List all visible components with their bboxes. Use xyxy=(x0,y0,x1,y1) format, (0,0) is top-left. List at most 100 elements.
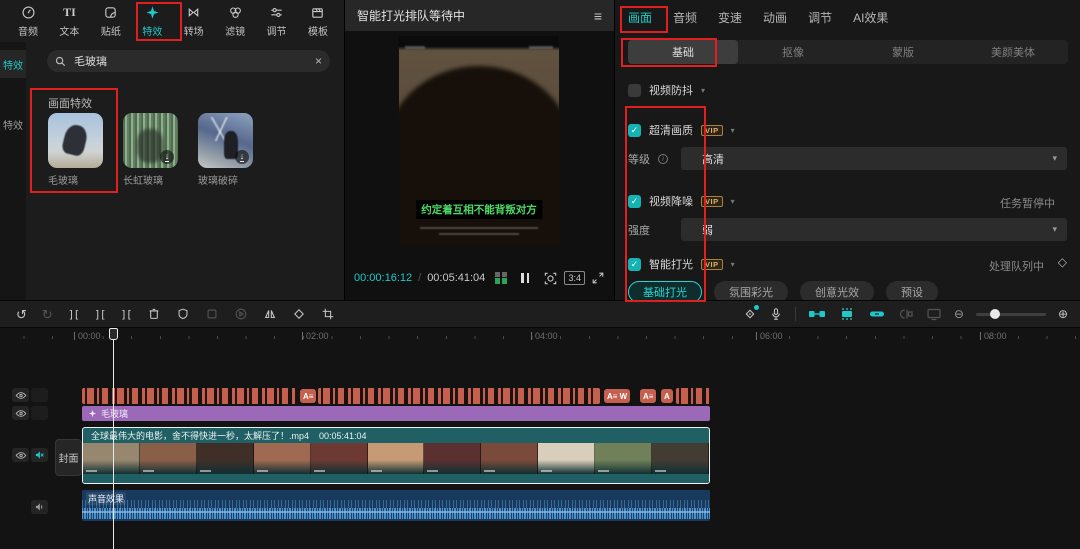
denoise-status: 任务暂停中 xyxy=(1000,195,1055,211)
toolbar-item-text[interactable]: TI 文本 xyxy=(49,5,89,38)
toolbar-item-adjust[interactable]: 调节 xyxy=(257,5,297,38)
freeze-frame-button[interactable] xyxy=(176,307,190,321)
filter-icon xyxy=(228,5,243,21)
tab-audio[interactable]: 音频 xyxy=(673,9,697,26)
toolbar-item-template[interactable]: 模板 xyxy=(298,5,338,38)
tab-animation[interactable]: 动画 xyxy=(763,9,787,26)
toolbar-item-filter[interactable]: 滤镜 xyxy=(215,5,255,38)
effect-track-extra-toggle[interactable] xyxy=(31,406,48,420)
zoom-in-icon[interactable]: ⊕ xyxy=(1058,308,1068,320)
video-track-mute-toggle[interactable] xyxy=(31,448,48,462)
chip-creative-light[interactable]: 创意光效 xyxy=(800,281,874,300)
toolbar-item-audio[interactable]: 音频 xyxy=(8,5,48,38)
rotate-button[interactable] xyxy=(292,307,306,321)
tab-adjust[interactable]: 调节 xyxy=(808,9,832,26)
subtab-beauty[interactable]: 美颜美体 xyxy=(958,40,1068,64)
video-track-visibility-toggle[interactable] xyxy=(12,448,29,462)
playhead-handle[interactable] xyxy=(109,328,118,340)
text-clip-badge[interactable]: A≡ W xyxy=(604,389,630,403)
chevron-down-icon[interactable]: ▾ xyxy=(731,260,735,269)
audio-clip[interactable]: 声音效果 xyxy=(82,490,710,521)
text-clip-badge[interactable]: A≡ xyxy=(300,389,316,403)
chevron-down-icon[interactable]: ▾ xyxy=(701,86,705,95)
rail-item-screen-effects[interactable]: 特效 xyxy=(0,50,26,78)
play-reverse-button[interactable] xyxy=(234,307,248,321)
ruler-label: 06:00 xyxy=(756,331,783,341)
hd-quality-checkbox[interactable]: ✓ xyxy=(628,124,641,137)
toolbar-item-effects[interactable]: 特效 xyxy=(132,5,172,38)
preview-axis-toggle[interactable] xyxy=(898,307,914,321)
subtitle-track-extra-toggle[interactable] xyxy=(31,388,48,402)
toolbar-item-sticker[interactable]: 贴纸 xyxy=(91,5,131,38)
subtitle-clips-segment[interactable] xyxy=(676,388,710,404)
preview-menu-icon[interactable]: ≡ xyxy=(594,8,602,24)
tab-picture[interactable]: 画面 xyxy=(628,9,652,26)
video-subtitle-text: 约定着互相不能背叛对方 xyxy=(416,200,542,219)
split-right-button[interactable]: ][ xyxy=(120,308,131,321)
chip-presets[interactable]: 预设 xyxy=(886,281,938,300)
timeline-zoom-slider[interactable] xyxy=(976,313,1046,316)
clear-search-icon[interactable]: × xyxy=(315,55,322,67)
zoom-slider-knob[interactable] xyxy=(990,309,1000,319)
fullscreen-icon[interactable] xyxy=(591,271,605,285)
mask-button[interactable] xyxy=(205,307,219,321)
playhead-line[interactable] xyxy=(113,330,114,549)
link-clips-toggle[interactable] xyxy=(868,307,886,321)
aspect-ratio-button[interactable]: 3:4 xyxy=(564,271,585,285)
effect-track-visibility-toggle[interactable] xyxy=(12,406,29,420)
search-input[interactable] xyxy=(72,54,309,68)
subtitle-clips-segment[interactable] xyxy=(318,388,600,404)
effect-card-glass-shatter[interactable]: ↓ 玻璃破碎 xyxy=(198,113,253,187)
denoise-checkbox[interactable]: ✓ xyxy=(628,195,641,208)
text-clip-badge[interactable]: A≡ xyxy=(640,389,656,403)
toolbar-item-transition[interactable]: 转场 xyxy=(174,5,214,38)
pause-button[interactable] xyxy=(521,273,529,283)
adapt-screen-icon[interactable] xyxy=(926,307,942,321)
chevron-down-icon[interactable]: ▾ xyxy=(731,126,735,135)
effect-card-reeded-glass[interactable]: ↓ 长虹玻璃 xyxy=(123,113,178,187)
subtab-basic[interactable]: 基础 xyxy=(628,40,738,64)
linkage-toggle[interactable] xyxy=(838,307,856,321)
record-voiceover-icon[interactable] xyxy=(769,307,783,321)
text-clip-badge[interactable]: A xyxy=(661,389,673,403)
chevron-down-icon[interactable]: ▾ xyxy=(731,197,735,206)
auto-snap-toggle[interactable] xyxy=(808,307,826,321)
subtab-mask[interactable]: 蒙版 xyxy=(848,40,958,64)
chip-ambient-light[interactable]: 氛围彩光 xyxy=(714,281,788,300)
stabilization-checkbox[interactable] xyxy=(628,84,641,97)
adjust-sliders-icon xyxy=(269,5,284,21)
subtitle-clips-segment[interactable] xyxy=(82,388,296,404)
relight-checkbox[interactable]: ✓ xyxy=(628,258,641,271)
undo-button[interactable]: ↺ xyxy=(16,308,27,321)
crop-button[interactable] xyxy=(321,307,335,321)
audio-level-meter-icon[interactable] xyxy=(495,272,507,284)
subtab-cutout[interactable]: 抠像 xyxy=(738,40,848,64)
delete-button[interactable] xyxy=(147,307,161,321)
keyframe-pen-icon[interactable] xyxy=(743,307,757,321)
effect-clip-frosted-glass[interactable]: 毛玻璃 xyxy=(82,406,710,421)
effect-card-frosted-glass[interactable]: 毛玻璃 xyxy=(48,113,103,187)
video-clip[interactable]: 全球最伟大的电影，舍不得快进一秒，太解压了！.mp4 00:05:41:04 xyxy=(82,427,710,484)
video-caption-line xyxy=(439,233,519,236)
rail-item-body-effects[interactable]: 特效 xyxy=(0,110,26,138)
hd-level-dropdown[interactable]: 高清 ▾ xyxy=(681,147,1067,170)
effects-search-box[interactable]: × xyxy=(47,50,330,72)
tab-speed[interactable]: 变速 xyxy=(718,9,742,26)
denoise-strength-dropdown[interactable]: 弱 ▾ xyxy=(681,218,1067,241)
split-button[interactable]: ][ xyxy=(68,308,79,321)
zoom-out-icon[interactable]: ⊖ xyxy=(954,308,964,320)
timeline-ruler[interactable]: 00:00 02:00 04:00 06:00 08:00 xyxy=(0,330,1080,344)
effect-name: 玻璃破碎 xyxy=(198,172,253,187)
tab-ai-effects[interactable]: AI效果 xyxy=(853,9,888,26)
chip-basic-light[interactable]: 基础打光 xyxy=(628,281,702,300)
cover-button[interactable]: 封面 xyxy=(55,439,82,476)
split-left-button[interactable]: ][ xyxy=(94,308,105,321)
mirror-button[interactable] xyxy=(263,307,277,321)
vip-badge: VIP xyxy=(701,259,723,270)
redo-button[interactable]: ↻ xyxy=(42,308,53,321)
frame-focus-icon[interactable] xyxy=(543,271,558,286)
subtitle-track-visibility-toggle[interactable] xyxy=(12,388,29,402)
text-icon: TI xyxy=(63,5,76,21)
video-viewport[interactable]: 约定着互相不能背叛对方 xyxy=(399,36,559,245)
audio-track-mute-toggle[interactable] xyxy=(31,500,48,514)
